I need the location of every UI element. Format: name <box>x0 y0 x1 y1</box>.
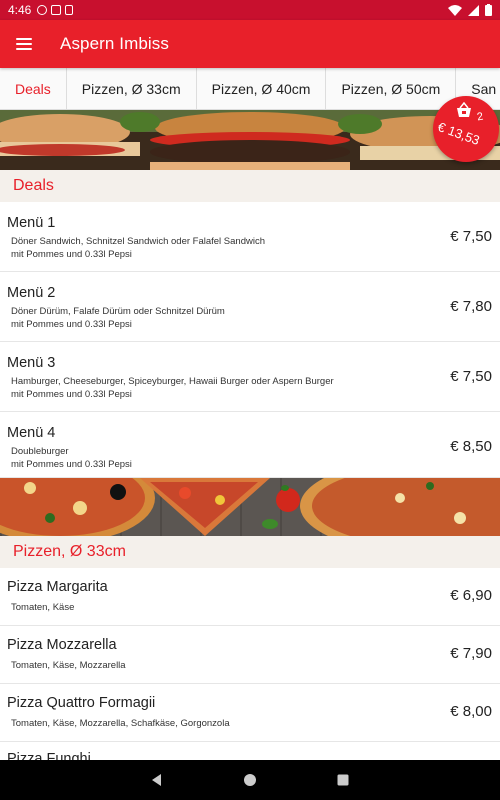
section-header-deals: Deals <box>0 170 500 202</box>
item-name: Pizza Margarita <box>7 579 108 595</box>
deals-banner-image <box>0 110 500 170</box>
item-name: Menü 3 <box>7 355 56 371</box>
menu-item[interactable]: Menü 1 Döner Sandwich, Schnitzel Sandwic… <box>0 202 500 272</box>
item-price: € 7,50 <box>450 228 492 245</box>
sync-icon <box>37 5 48 15</box>
back-icon[interactable] <box>150 773 164 787</box>
item-name: Menü 2 <box>7 285 56 301</box>
system-nav-bar <box>0 760 500 800</box>
item-price: € 7,90 <box>450 645 492 662</box>
app-bar: Aspern Imbiss <box>0 20 500 68</box>
item-description: Tomaten, Käse <box>11 602 75 613</box>
system-icons <box>448 4 492 16</box>
tab-pizzen-40[interactable]: Pizzen, Ø 40cm <box>197 68 327 109</box>
notification-icons <box>37 5 74 15</box>
tab-pizzen-33[interactable]: Pizzen, Ø 33cm <box>67 68 197 109</box>
item-price: € 6,90 <box>450 587 492 604</box>
item-name: Pizza Quattro Formagii <box>7 695 156 711</box>
status-time: 4:46 <box>8 3 32 17</box>
item-description: Tomaten, Käse, Mozzarella <box>11 660 126 671</box>
item-description: Döner Dürüm, Falafe Dürüm oder Schnitzel… <box>11 306 225 330</box>
cart-total: € 13,53 <box>435 119 482 148</box>
item-name: Menü 1 <box>7 215 56 231</box>
item-price: € 7,50 <box>450 368 492 385</box>
menu-item[interactable]: Menü 3 Hamburger, Cheeseburger, Spiceybu… <box>0 342 500 412</box>
p-icon <box>51 5 62 15</box>
menu-item[interactable]: Menü 4 Doubleburger mit Pommes und 0.33l … <box>0 412 500 478</box>
item-name: Pizza Funghi <box>7 751 91 760</box>
menu-icon[interactable] <box>16 38 32 50</box>
menu-item[interactable]: Pizza Mozzarella Tomaten, Käse, Mozzarel… <box>0 626 500 684</box>
cart-count: 2 <box>476 110 485 124</box>
item-description: Doubleburger mit Pommes und 0.33l Pepsi <box>11 446 132 470</box>
section-header-pizzen-33: Pizzen, Ø 33cm <box>0 536 500 568</box>
item-price: € 8,00 <box>450 703 492 720</box>
item-description: Hamburger, Cheeseburger, Spiceyburger, H… <box>11 376 334 400</box>
menu-item[interactable]: Pizza Quattro Formagii Tomaten, Käse, Mo… <box>0 684 500 742</box>
category-tabs: Deals Pizzen, Ø 33cm Pizzen, Ø 40cm Pizz… <box>0 68 500 110</box>
tab-pizzen-50[interactable]: Pizzen, Ø 50cm <box>326 68 457 109</box>
battery-icon <box>485 4 492 16</box>
recents-icon[interactable] <box>336 773 350 787</box>
app-title: Aspern Imbiss <box>60 34 170 53</box>
item-name: Pizza Mozzarella <box>7 637 117 653</box>
menu-item[interactable]: Pizza Funghi <box>0 742 500 760</box>
pizza-banner-image <box>0 478 500 536</box>
sd-card-icon <box>65 5 74 15</box>
item-name: Menü 4 <box>7 425 56 441</box>
item-price: € 8,50 <box>450 438 492 455</box>
wifi-icon <box>448 4 462 16</box>
tab-deals[interactable]: Deals <box>0 68 67 109</box>
shopping-basket-icon <box>457 102 471 117</box>
status-bar: 4:46 <box>0 0 500 20</box>
menu-item[interactable]: Menü 2 Döner Dürüm, Falafe Dürüm oder Sc… <box>0 272 500 342</box>
item-price: € 7,80 <box>450 298 492 315</box>
item-description: Tomaten, Käse, Mozzarella, Schafkäse, Go… <box>11 718 230 729</box>
home-icon[interactable] <box>243 773 257 787</box>
cart-button[interactable]: 2 € 13,53 <box>433 96 499 162</box>
item-description: Döner Sandwich, Schnitzel Sandwich oder … <box>11 236 265 260</box>
signal-icon <box>468 4 479 16</box>
menu-item[interactable]: Pizza Margarita Tomaten, Käse € 6,90 <box>0 568 500 626</box>
